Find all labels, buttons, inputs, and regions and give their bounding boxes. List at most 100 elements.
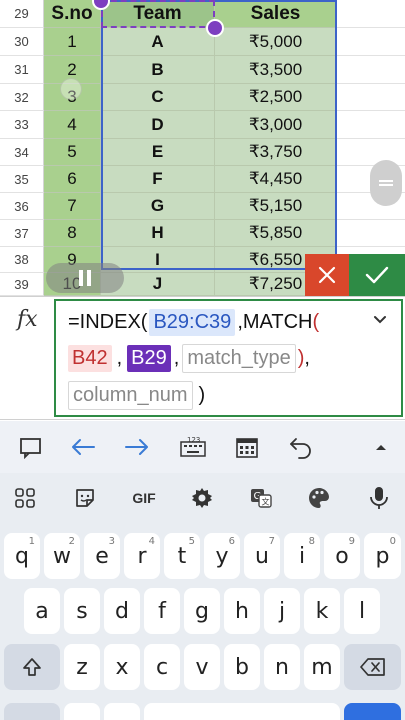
row-header[interactable]: 32 [0,84,44,111]
sno-cell[interactable]: 5 [44,139,101,166]
row-header[interactable]: 33 [0,111,44,139]
theme-button[interactable] [302,481,336,515]
key-f[interactable]: f [144,588,180,634]
sales-cell[interactable]: ₹5,000 [215,28,337,56]
key-w[interactable]: w2 [44,533,80,579]
cancel-formula-button[interactable] [305,254,349,296]
sales-cell[interactable]: ₹4,450 [215,166,337,193]
lookup-value-reference[interactable]: B42 [68,345,112,372]
team-cell[interactable]: B [101,56,215,84]
selection-handle-right[interactable] [206,19,224,37]
key-e[interactable]: e3 [84,533,120,579]
row-header[interactable]: 37 [0,220,44,247]
key-p[interactable]: p0 [364,533,401,579]
shift-key[interactable] [4,644,60,690]
key-t[interactable]: t5 [164,533,200,579]
settings-button[interactable] [185,481,219,515]
team-cell[interactable]: C [101,84,215,111]
key-v[interactable]: v [184,644,220,690]
sno-cell[interactable]: 1 [44,28,101,56]
row-header[interactable]: 30 [0,28,44,56]
key-comma[interactable] [64,703,100,720]
team-cell[interactable]: F [101,166,215,193]
move-right-button[interactable] [120,431,154,463]
numeric-keyboard-button[interactable]: 123 [176,431,210,463]
apps-button[interactable] [8,481,42,515]
key-m[interactable]: m [304,644,340,690]
key-b[interactable]: b [224,644,260,690]
team-cell[interactable]: A [101,28,215,56]
key-k[interactable]: k [304,588,340,634]
key-h[interactable]: h [224,588,260,634]
pause-button[interactable] [46,263,124,293]
empty-cell[interactable] [337,220,405,247]
sno-cell[interactable]: 6 [44,166,101,193]
sno-cell[interactable]: 8 [44,220,101,247]
key-q[interactable]: q1 [4,533,40,579]
empty-cell[interactable] [337,56,405,84]
key-n[interactable]: n [264,644,300,690]
sales-cell[interactable]: ₹5,850 [215,220,337,247]
chevron-down-icon[interactable] [373,315,387,325]
undo-button[interactable] [284,431,318,463]
key-z[interactable]: z [64,644,100,690]
key-u[interactable]: u7 [244,533,280,579]
row-header[interactable]: 29 [0,0,44,28]
empty-cell[interactable] [337,84,405,111]
voice-input-button[interactable] [362,481,396,515]
spreadsheet-grid[interactable]: 29 S.no Team Sales 30 1 A ₹5,000 31 2 B … [0,0,405,296]
backspace-key[interactable] [344,644,401,690]
row-header[interactable]: 34 [0,139,44,166]
key-s[interactable]: s [64,588,100,634]
comment-button[interactable] [14,431,48,463]
sno-cell[interactable]: 4 [44,111,101,139]
key-i[interactable]: i8 [284,533,320,579]
key-r[interactable]: r4 [124,533,160,579]
language-key[interactable] [104,703,140,720]
lookup-array-reference[interactable]: B29 [127,345,171,372]
column-num-hint[interactable]: column_num [68,381,193,410]
sales-cell[interactable]: ₹2,500 [215,84,337,111]
header-cell-team[interactable]: Team [101,0,215,28]
row-header[interactable]: 39 [0,273,44,296]
key-g[interactable]: g [184,588,220,634]
sales-cell[interactable]: ₹3,000 [215,111,337,139]
move-left-button[interactable] [66,431,100,463]
team-cell[interactable]: G [101,193,215,220]
row-header[interactable]: 31 [0,56,44,84]
row-header[interactable]: 36 [0,193,44,220]
key-x[interactable]: x [104,644,140,690]
key-y[interactable]: y6 [204,533,240,579]
team-cell[interactable]: D [101,111,215,139]
row-header[interactable]: 38 [0,247,44,273]
confirm-formula-button[interactable] [349,254,405,296]
header-cell-sales[interactable]: Sales [215,0,337,28]
sales-cell[interactable]: ₹3,750 [215,139,337,166]
scroll-handle[interactable] [370,160,402,206]
key-j[interactable]: j [264,588,300,634]
sales-cell[interactable]: ₹5,150 [215,193,337,220]
key-a[interactable]: a [24,588,60,634]
space-key[interactable] [144,703,340,720]
key-o[interactable]: o9 [324,533,360,579]
empty-cell[interactable] [337,28,405,56]
key-l[interactable]: l [344,588,380,634]
translate-button[interactable]: G文 [244,481,278,515]
match-type-hint[interactable]: match_type [182,344,296,373]
symbols-key[interactable] [4,703,60,720]
formula-input[interactable]: =INDEX( B29:C39 ,MATCH ( B42 , B29 , mat… [54,299,403,417]
team-cell[interactable]: H [101,220,215,247]
empty-cell[interactable] [337,0,405,28]
insert-date-button[interactable] [230,431,264,463]
sticker-button[interactable] [68,481,102,515]
row-header[interactable]: 35 [0,166,44,193]
gif-button[interactable]: GIF [126,481,162,515]
key-c[interactable]: c [144,644,180,690]
empty-cell[interactable] [337,111,405,139]
enter-key[interactable] [344,703,401,720]
sno-cell[interactable]: 7 [44,193,101,220]
range-reference[interactable]: B29:C39 [149,309,236,336]
sales-cell[interactable]: ₹3,500 [215,56,337,84]
key-d[interactable]: d [104,588,140,634]
expand-toolbar-button[interactable] [364,431,398,463]
